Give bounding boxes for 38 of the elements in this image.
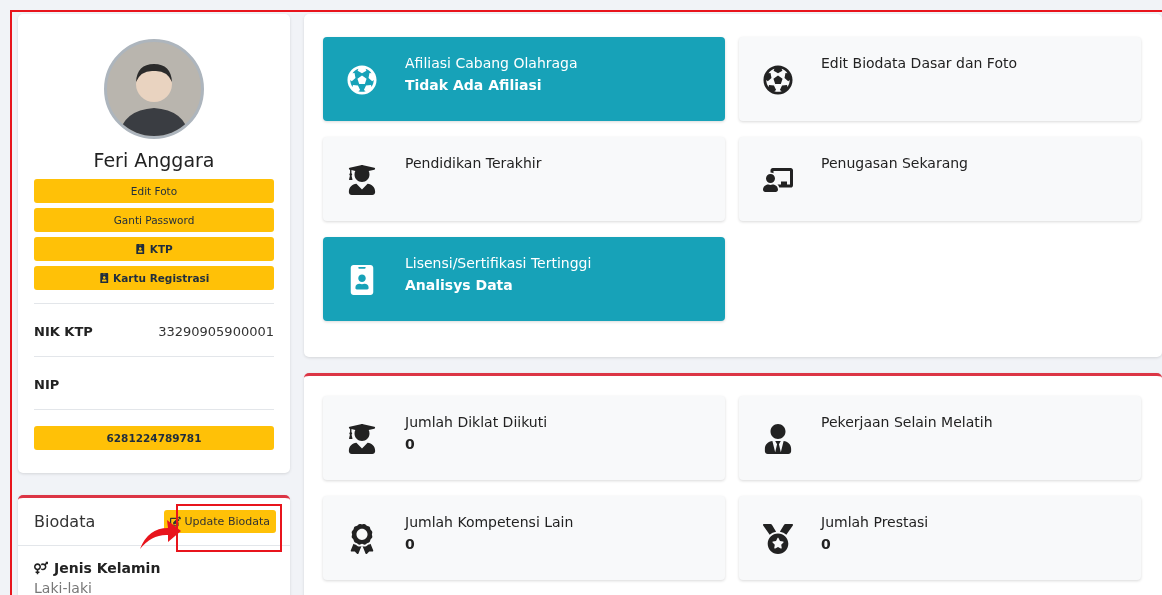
tile-value: Analisys Data bbox=[405, 277, 514, 293]
info-tile[interactable]: Jumlah Kompetensi Lain 0 bbox=[323, 496, 725, 580]
tile-value: 0 bbox=[821, 536, 832, 552]
tile-title: Pekerjaan Selain Melatih bbox=[821, 414, 993, 430]
profile-button[interactable]: Kartu Registrasi bbox=[34, 266, 274, 290]
update-biodata-button[interactable]: Update Biodata bbox=[163, 510, 276, 533]
tile-title: Jumlah Prestasi bbox=[821, 514, 929, 530]
edit-icon bbox=[169, 516, 181, 527]
tile-value: Tidak Ada Afiliasi bbox=[405, 77, 543, 93]
tile-title: Edit Biodata Dasar dan Foto bbox=[821, 55, 1017, 71]
info-tile[interactable]: Jumlah Prestasi 0 bbox=[739, 496, 1141, 580]
gender-icon bbox=[34, 561, 48, 575]
info-tile[interactable]: Pekerjaan Selain Melatih bbox=[739, 396, 1141, 480]
field-label: NIK KTP bbox=[34, 323, 93, 339]
tile-value: 0 bbox=[405, 436, 416, 452]
info-tile[interactable]: Jumlah Diklat Diikuti 0 bbox=[323, 396, 725, 480]
id-badge-icon bbox=[98, 272, 110, 284]
tile-title: Pendidikan Terakhir bbox=[405, 155, 542, 171]
field-value: 33290905900001 bbox=[158, 323, 274, 339]
tile-title: Penugasan Sekarang bbox=[821, 155, 968, 171]
tile-title: Jumlah Kompetensi Lain bbox=[405, 514, 574, 530]
profile-button[interactable]: KTP bbox=[34, 237, 274, 261]
phone-button[interactable]: 6281224789781 bbox=[34, 426, 274, 450]
biodata-value: Laki-laki bbox=[34, 580, 93, 595]
card-title: Biodata bbox=[34, 512, 96, 531]
tile-title: Jumlah Diklat Diikuti bbox=[405, 414, 548, 430]
info-tile[interactable]: Penugasan Sekarang bbox=[739, 137, 1141, 221]
profile-name: Feri Anggara bbox=[92, 149, 216, 171]
profile-button[interactable]: Ganti Password bbox=[34, 208, 274, 232]
biodata-label: Jenis Kelamin bbox=[34, 560, 274, 576]
info-tile[interactable]: Pendidikan Terakhir bbox=[323, 137, 725, 221]
id-badge-icon bbox=[135, 243, 146, 255]
profile-button[interactable]: Edit Foto bbox=[34, 179, 274, 203]
tile-title: Lisensi/Sertifikasi Tertinggi bbox=[405, 255, 592, 271]
tile-value: 0 bbox=[405, 536, 416, 552]
info-tile[interactable]: Edit Biodata Dasar dan Foto bbox=[739, 37, 1141, 121]
field-label: NIP bbox=[34, 376, 60, 392]
tile-title: Afiliasi Cabang Olahraga bbox=[405, 55, 578, 71]
